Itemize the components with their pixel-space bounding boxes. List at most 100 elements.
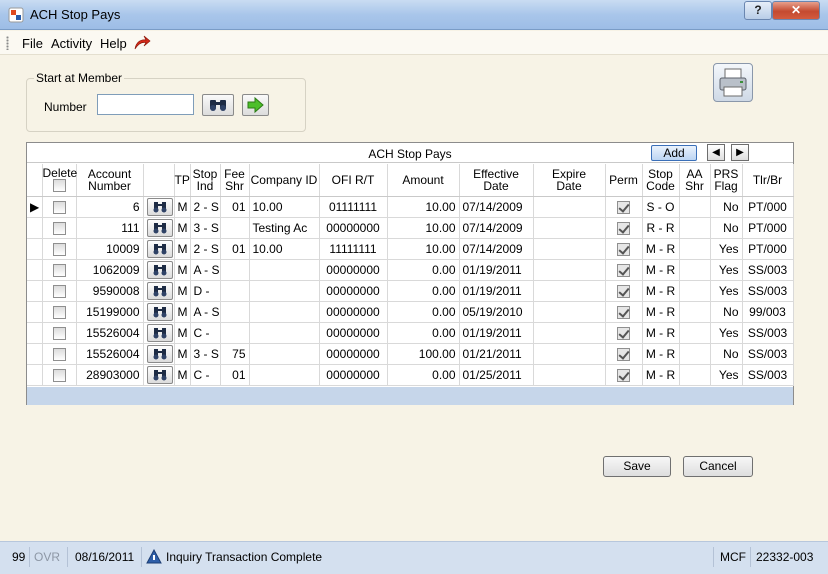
aa-shr-cell[interactable]: [679, 301, 711, 323]
stop-ind-cell[interactable]: C -: [190, 322, 221, 344]
account-number-cell[interactable]: 6: [76, 196, 144, 218]
delete-all-checkbox[interactable]: [52, 179, 66, 193]
account-lookup-button[interactable]: [146, 281, 173, 300]
account-lookup-button[interactable]: [146, 197, 173, 216]
stop-code-cell[interactable]: M - R: [642, 364, 680, 386]
stop-ind-cell[interactable]: C -: [190, 364, 221, 386]
delete-checkbox-cell[interactable]: [42, 280, 77, 302]
fee-shr-cell[interactable]: [220, 322, 250, 344]
expire-date-cell[interactable]: [533, 280, 606, 302]
row-selector[interactable]: [27, 322, 43, 344]
ofi-rt-cell[interactable]: 00000000: [319, 301, 388, 323]
table-row[interactable]: 10009 M 2 - S 01 10.00 11111111 10.00 07…: [27, 238, 794, 260]
fee-shr-cell[interactable]: [220, 301, 250, 323]
tp-cell[interactable]: M: [174, 238, 191, 260]
ofi-rt-cell[interactable]: 00000000: [319, 343, 388, 365]
tlr-br-cell[interactable]: 99/003: [742, 301, 794, 323]
table-row[interactable]: 15199000 M A - S 00000000 0.00 05/19/201…: [27, 301, 794, 323]
row-selector[interactable]: [27, 364, 43, 386]
company-id-cell[interactable]: [249, 280, 320, 302]
account-number-cell[interactable]: 28903000: [76, 364, 144, 386]
row-selector[interactable]: [27, 238, 43, 260]
company-id-cell[interactable]: 10.00: [249, 238, 320, 260]
stop-ind-cell[interactable]: 3 - S: [190, 217, 221, 239]
amount-cell[interactable]: 0.00: [387, 301, 460, 323]
amount-cell[interactable]: 100.00: [387, 343, 460, 365]
perm-checkbox[interactable]: [617, 242, 630, 256]
prs-flag-cell[interactable]: Yes: [710, 280, 743, 302]
perm-checkbox-cell[interactable]: [605, 238, 643, 260]
perm-checkbox-cell[interactable]: [605, 196, 643, 218]
account-lookup-button[interactable]: [146, 344, 173, 363]
prs-flag-cell[interactable]: No: [710, 196, 743, 218]
save-button[interactable]: Save: [603, 456, 671, 477]
lookup-cell[interactable]: [143, 343, 175, 365]
fee-shr-cell[interactable]: 01: [220, 238, 250, 260]
effective-date-cell[interactable]: 01/19/2011: [459, 322, 534, 344]
find-member-button[interactable]: [202, 94, 234, 116]
perm-checkbox[interactable]: [617, 347, 630, 361]
perm-checkbox-cell[interactable]: [605, 343, 643, 365]
ofi-rt-cell[interactable]: 00000000: [319, 280, 388, 302]
tp-cell[interactable]: M: [174, 217, 191, 239]
amount-cell[interactable]: 0.00: [387, 280, 460, 302]
expire-date-cell[interactable]: [533, 301, 606, 323]
stop-ind-cell[interactable]: 2 - S: [190, 196, 221, 218]
stop-code-cell[interactable]: M - R: [642, 343, 680, 365]
perm-checkbox[interactable]: [617, 200, 630, 214]
fee-shr-cell[interactable]: 75: [220, 343, 250, 365]
fee-shr-cell[interactable]: 01: [220, 196, 250, 218]
stop-ind-cell[interactable]: A - S: [190, 259, 221, 281]
amount-cell[interactable]: 0.00: [387, 364, 460, 386]
company-id-cell[interactable]: Testing Ac: [249, 217, 320, 239]
aa-shr-cell[interactable]: [679, 196, 711, 218]
account-number-cell[interactable]: 9590008: [76, 280, 144, 302]
lookup-cell[interactable]: [143, 217, 175, 239]
stop-code-cell[interactable]: M - R: [642, 280, 680, 302]
perm-checkbox[interactable]: [617, 221, 630, 235]
tlr-br-cell[interactable]: SS/003: [742, 343, 794, 365]
ofi-rt-cell[interactable]: 00000000: [319, 217, 388, 239]
ofi-rt-cell[interactable]: 00000000: [319, 322, 388, 344]
delete-checkbox-cell[interactable]: [42, 217, 77, 239]
delete-checkbox[interactable]: [52, 305, 66, 319]
company-id-cell[interactable]: [249, 322, 320, 344]
tlr-br-cell[interactable]: SS/003: [742, 364, 794, 386]
tp-cell[interactable]: M: [174, 301, 191, 323]
cancel-button[interactable]: Cancel: [683, 456, 753, 477]
perm-checkbox-cell[interactable]: [605, 301, 643, 323]
effective-date-cell[interactable]: 07/14/2009: [459, 238, 534, 260]
account-number-cell[interactable]: 15526004: [76, 343, 144, 365]
account-number-cell[interactable]: 1062009: [76, 259, 144, 281]
row-selector[interactable]: [27, 259, 43, 281]
perm-checkbox[interactable]: [617, 305, 630, 319]
stop-ind-cell[interactable]: A - S: [190, 301, 221, 323]
perm-checkbox-cell[interactable]: [605, 364, 643, 386]
delete-checkbox[interactable]: [52, 242, 66, 256]
lookup-cell[interactable]: [143, 364, 175, 386]
row-selector[interactable]: [27, 343, 43, 365]
tp-cell[interactable]: M: [174, 259, 191, 281]
account-number-cell[interactable]: 10009: [76, 238, 144, 260]
company-id-cell[interactable]: [249, 301, 320, 323]
prs-flag-cell[interactable]: No: [710, 301, 743, 323]
go-button[interactable]: [242, 94, 269, 116]
company-id-cell[interactable]: [249, 364, 320, 386]
prs-flag-cell[interactable]: No: [710, 217, 743, 239]
tlr-br-cell[interactable]: SS/003: [742, 280, 794, 302]
lookup-cell[interactable]: [143, 280, 175, 302]
effective-date-cell[interactable]: 01/21/2011: [459, 343, 534, 365]
stop-ind-cell[interactable]: D -: [190, 280, 221, 302]
table-row[interactable]: 15526004 M 3 - S 75 00000000 100.00 01/2…: [27, 343, 794, 365]
previous-page-button[interactable]: ◀: [707, 144, 725, 161]
expire-date-cell[interactable]: [533, 364, 606, 386]
delete-checkbox-cell[interactable]: [42, 196, 77, 218]
amount-cell[interactable]: 0.00: [387, 322, 460, 344]
amount-cell[interactable]: 0.00: [387, 259, 460, 281]
lookup-cell[interactable]: [143, 196, 175, 218]
perm-checkbox-cell[interactable]: [605, 280, 643, 302]
member-number-input[interactable]: [97, 94, 194, 115]
account-lookup-button[interactable]: [146, 239, 173, 258]
menu-help[interactable]: Help: [100, 36, 127, 51]
perm-checkbox[interactable]: [617, 263, 630, 277]
